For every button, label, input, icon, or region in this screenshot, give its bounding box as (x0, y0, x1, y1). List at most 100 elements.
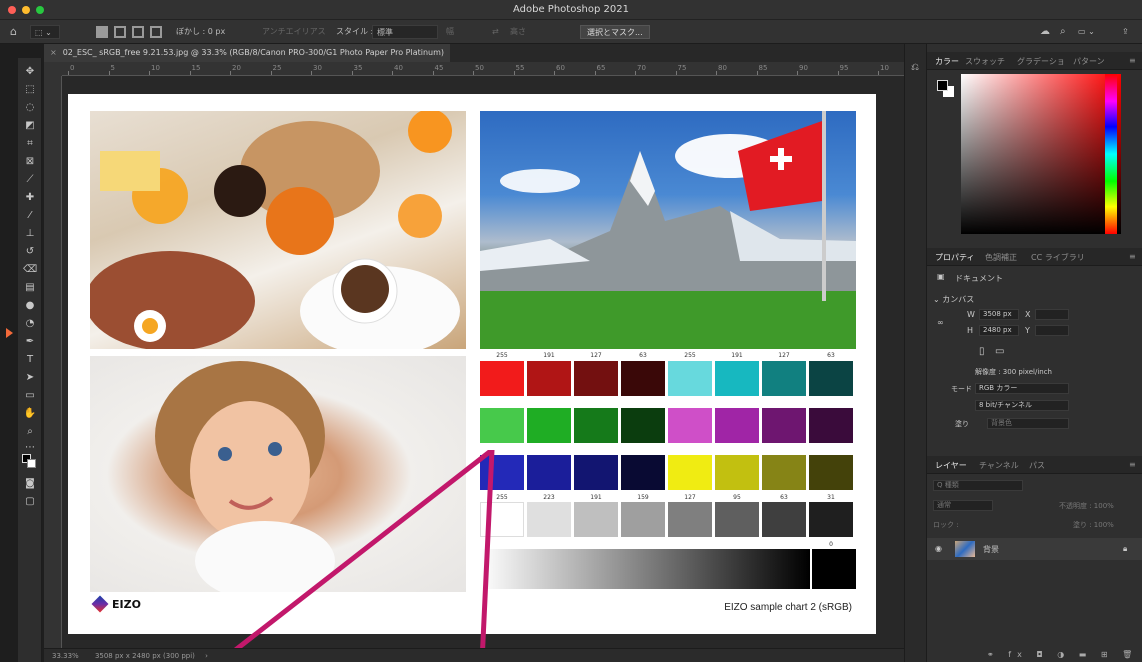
tab-properties[interactable]: プロパティ (935, 252, 975, 263)
ruler-tick-mark (635, 71, 636, 75)
intersect-selection-icon[interactable] (150, 26, 162, 38)
link-dimensions-icon[interactable]: ∞ (937, 318, 944, 327)
healing-brush-tool-icon[interactable]: ✚ (23, 192, 37, 204)
bit-depth-select[interactable]: 8 bit/チャンネル (975, 400, 1069, 411)
canvas-y-field[interactable] (1035, 325, 1069, 336)
cloud-icon[interactable]: ☁ (1040, 25, 1050, 39)
search-icon[interactable]: ⌕ (1060, 25, 1066, 39)
crop-tool-icon[interactable]: ⌗ (23, 138, 37, 150)
feather-field[interactable]: ぼかし : 0 px (176, 25, 225, 39)
tab-paths[interactable]: パス (1029, 460, 1045, 471)
tab-cc-libraries[interactable]: CC ライブラリ (1031, 252, 1085, 263)
ruler-tick-label: 70 (637, 64, 646, 72)
share-icon[interactable]: ⇪ (1122, 25, 1129, 39)
history-brush-tool-icon[interactable]: ↺ (23, 246, 37, 258)
layer-filter-search[interactable]: Q 種類 (933, 480, 1023, 491)
canvas-width-field[interactable]: 3508 px (979, 309, 1019, 320)
fill-select[interactable]: 背景色 (987, 418, 1069, 429)
layers-footer-icons[interactable]: ⚭ fx ◘ ◑ ▬ ⊞ 🗑︎ (987, 650, 1138, 659)
style-select[interactable]: 標準 (372, 25, 438, 39)
brush-tool-icon[interactable]: ⁄ (23, 210, 37, 222)
lasso-tool-icon[interactable]: ◌ (23, 102, 37, 114)
color-swatch-row2 (480, 408, 524, 443)
ruler-tick-mark (108, 71, 110, 75)
dodge-tool-icon[interactable]: ◔ (23, 318, 37, 330)
blur-tool-icon[interactable]: ● (23, 300, 37, 312)
layers-menu-icon[interactable]: ≡ (1129, 460, 1136, 469)
marquee-preset-picker[interactable]: ⬚ ⌄ (30, 25, 60, 39)
zoom-tool-icon[interactable]: ⌕ (23, 426, 37, 438)
stamp-tool-icon[interactable]: ⊥ (23, 228, 37, 240)
zoom-level[interactable]: 33.33% (52, 652, 79, 660)
subtract-selection-icon[interactable] (132, 26, 144, 38)
layer-row-background[interactable]: ◉ 背景 🔒︎ (927, 538, 1142, 560)
tab-patterns[interactable]: パターン (1073, 56, 1105, 67)
visibility-eye-icon[interactable]: ◉ (935, 544, 942, 553)
layer-name: 背景 (983, 545, 999, 554)
background-color-swatch[interactable] (27, 459, 36, 468)
horizontal-ruler[interactable]: 0 5 10 15 20 25 30 35 40 45 50 55 60 65 70 75 80 85 90 95 10 (62, 62, 904, 76)
document-size[interactable]: 3508 px x 2480 px (300 ppi) (95, 652, 195, 660)
add-selection-icon[interactable] (114, 26, 126, 38)
rectangle-tool-icon[interactable]: ▭ (23, 390, 37, 402)
path-select-tool-icon[interactable]: ➤ (23, 372, 37, 384)
document-tab[interactable]: × 02_ESC_ sRGB_free 9.21.53.jpg @ 33.3% (… (44, 44, 451, 62)
color-swatch-row1 (809, 361, 853, 396)
move-tool-icon[interactable]: ✥ (23, 66, 37, 78)
width-label: W (967, 310, 975, 319)
status-chevron-icon[interactable]: › (205, 652, 208, 660)
tab-swatches[interactable]: スウォッチ (965, 56, 1005, 67)
canvas-x-field[interactable] (1035, 309, 1069, 320)
color-swatch-row2 (809, 408, 853, 443)
screen-mode-icon[interactable]: ▢ (23, 496, 37, 508)
black-value-label: 0 (829, 541, 833, 548)
panel-menu-icon[interactable]: ≡ (1129, 56, 1136, 65)
color-chart: 255 191 127 63 255 191 127 63 255 223 191 159 127 95 6… (480, 352, 856, 592)
width-field[interactable]: 幅 (446, 25, 454, 39)
more-tools-icon[interactable]: ⋯ (23, 442, 37, 454)
blend-mode-select[interactable]: 通常 (933, 500, 993, 511)
ruler-tick-mark (797, 71, 798, 75)
properties-menu-icon[interactable]: ≡ (1129, 252, 1136, 261)
swap-icon[interactable]: ⇄ (492, 25, 499, 39)
portrait-orientation-icon[interactable]: ▯ (979, 346, 985, 357)
tab-adjustments[interactable]: 色調補正 (985, 252, 1017, 263)
quick-select-tool-icon[interactable]: ◩ (23, 120, 37, 132)
opacity-field[interactable]: 不透明度 : 100% (1059, 501, 1114, 511)
panel-fg-swatch[interactable] (937, 80, 948, 91)
height-field[interactable]: 高さ (510, 25, 526, 39)
vertical-ruler[interactable] (44, 76, 62, 648)
hue-slider[interactable] (1105, 74, 1117, 234)
gray-value-label: 159 (637, 494, 649, 501)
history-panel-icon[interactable]: ⎌ (911, 62, 919, 73)
type-tool-icon[interactable]: T (23, 354, 37, 366)
quick-mask-icon[interactable]: ◙ (23, 478, 37, 490)
fill-opacity-field[interactable]: 塗り : 100% (1073, 520, 1114, 530)
callout-pointer (220, 450, 495, 662)
hand-tool-icon[interactable]: ✋ (23, 408, 37, 420)
workspace-icon[interactable]: ▭ ⌄ (1078, 25, 1095, 39)
tab-channels[interactable]: チャンネル (979, 460, 1019, 471)
new-selection-icon[interactable] (96, 26, 108, 38)
gradient-tool-icon[interactable]: ▤ (23, 282, 37, 294)
select-and-mask-button[interactable]: 選択とマスク... (580, 25, 650, 39)
tab-color[interactable]: カラー (935, 56, 959, 67)
antialias-checkbox[interactable]: アンチエイリアス (262, 25, 326, 39)
pen-tool-icon[interactable]: ✒ (23, 336, 37, 348)
marquee-tool-icon[interactable]: ⬚ (23, 84, 37, 96)
ruler-tick-label: 95 (839, 64, 849, 72)
mode-select[interactable]: RGB カラー (975, 383, 1069, 394)
close-tab-icon[interactable]: × (50, 48, 57, 57)
canvas-height-field[interactable]: 2480 px (979, 325, 1019, 336)
layers-panel-tabs: レイヤー チャンネル パス ≡ (927, 456, 1142, 474)
frame-tool-icon[interactable]: ⊠ (23, 156, 37, 168)
tab-layers[interactable]: レイヤー (935, 460, 967, 471)
ruler-tick-label: 60 (556, 64, 565, 72)
eraser-tool-icon[interactable]: ⌫ (23, 264, 37, 276)
home-icon[interactable]: ⌂ (10, 25, 17, 39)
color-picker-field[interactable] (961, 74, 1121, 234)
landscape-orientation-icon[interactable]: ▭ (995, 346, 1004, 357)
canvas-section[interactable]: ⌄ カンバス (933, 294, 974, 305)
eyedropper-tool-icon[interactable]: ⟋ (23, 174, 37, 186)
tab-gradients[interactable]: グラデーショ (1017, 56, 1065, 67)
